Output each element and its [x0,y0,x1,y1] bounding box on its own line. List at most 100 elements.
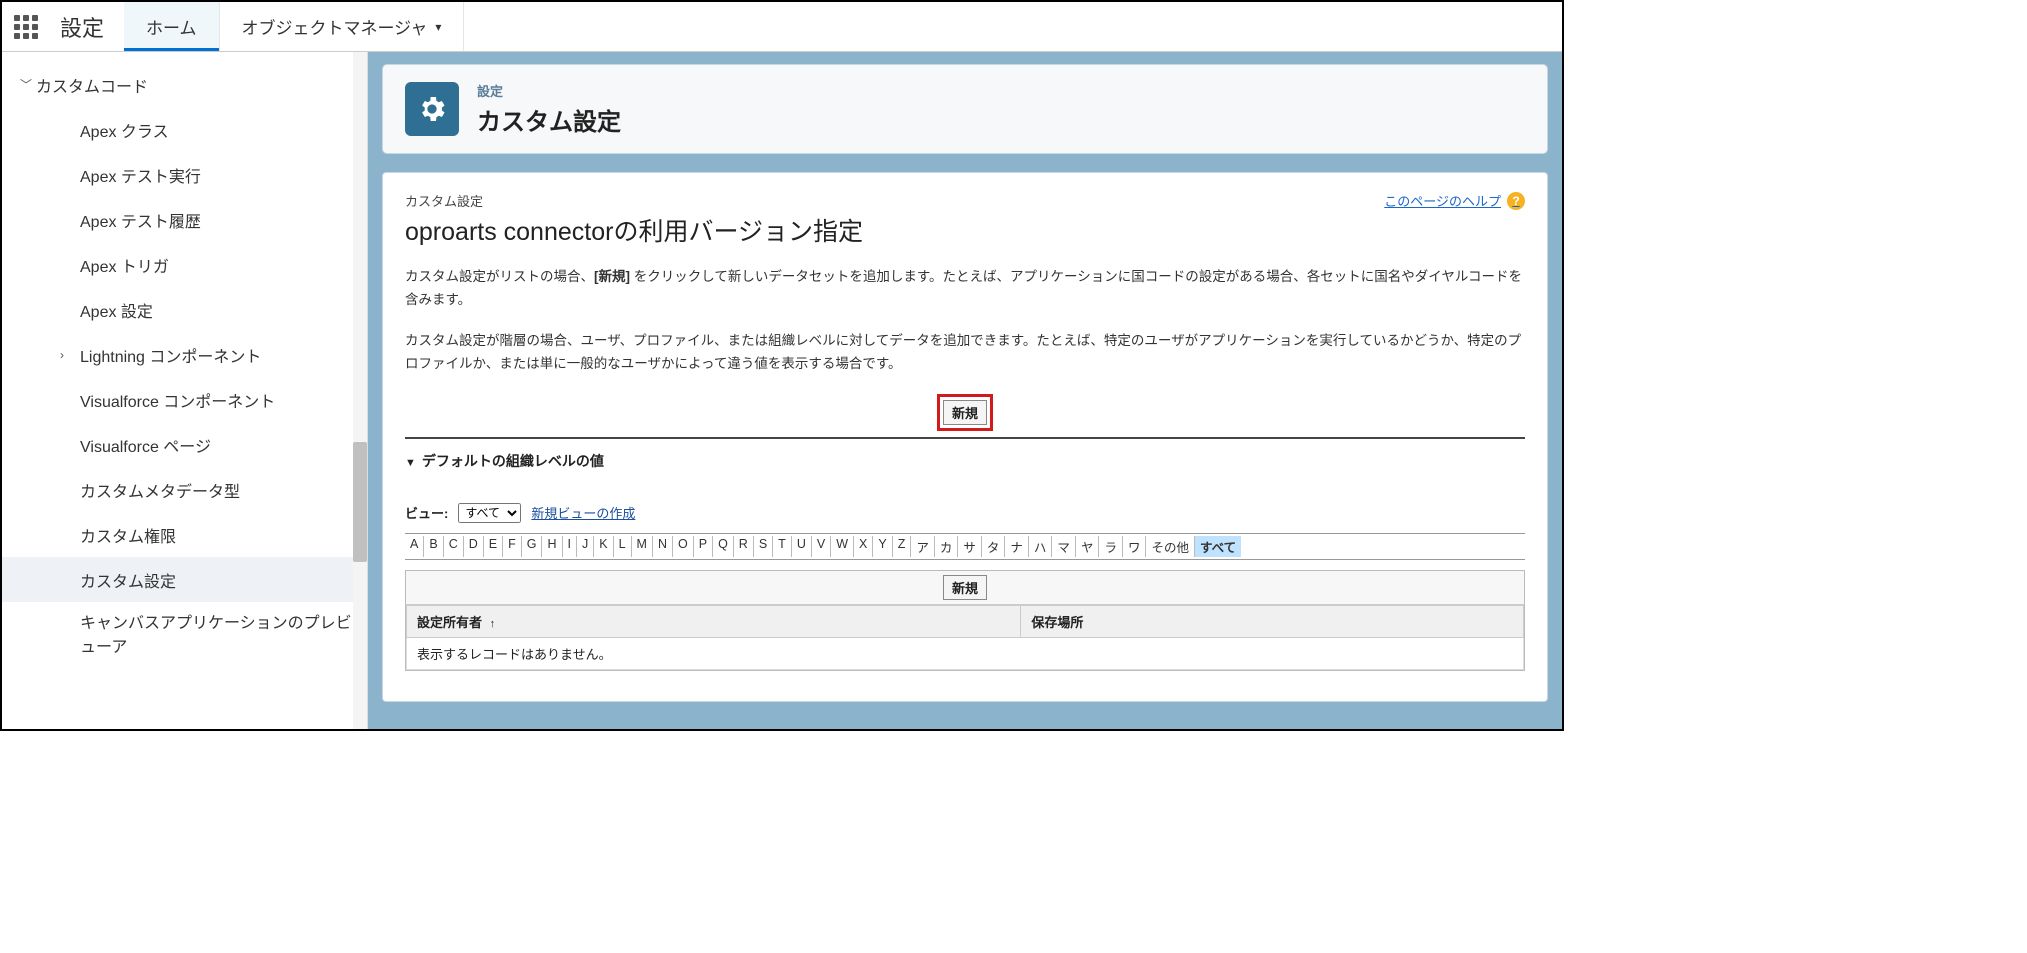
app-launcher-button[interactable] [2,2,50,51]
alpha-V[interactable]: V [812,536,831,557]
col-owner[interactable]: 設定所有者 ↑ [407,605,1021,637]
sidebar-item-4[interactable]: Apex 設定 [2,287,367,332]
alpha-Q[interactable]: Q [713,536,734,557]
alpha-サ[interactable]: サ [958,536,982,557]
alpha-W[interactable]: W [831,536,854,557]
help-icon: ? [1507,192,1525,210]
page-hero: 設定 カスタム設定 [382,64,1548,154]
sidebar-item-1[interactable]: Apex テスト実行 [2,152,367,197]
sidebar-item-6[interactable]: Visualforce コンポーネント [2,377,367,422]
alpha-タ[interactable]: タ [982,536,1006,557]
alpha-I[interactable]: I [563,536,577,557]
alpha-R[interactable]: R [734,536,754,557]
alpha-M[interactable]: M [632,536,653,557]
alpha-A[interactable]: A [405,536,424,557]
col-location[interactable]: 保存場所 [1021,605,1524,637]
sidebar-item-label: Apex トリガ [80,253,169,277]
description-2: カスタム設定が階層の場合、ユーザ、プロファイル、または組織レベルに対してデータを… [405,330,1525,376]
sidebar-parent-label: カスタムコード [36,73,148,97]
alpha-Y[interactable]: Y [873,536,892,557]
alpha-T[interactable]: T [773,536,792,557]
sidebar-item-11[interactable]: キャンバスアプリケーションのプレビューア [2,602,367,670]
sidebar-parent-custom-code[interactable]: ﹀ カスタムコード [2,62,367,107]
new-button-row: 新規 [405,394,1525,431]
tab-object-manager[interactable]: オブジェクトマネージャ ▾ [220,2,465,51]
alpha-Z[interactable]: Z [893,536,912,557]
sidebar-item-label: Visualforce ページ [80,433,211,457]
sidebar-item-2[interactable]: Apex テスト履歴 [2,197,367,242]
sidebar-item-label: Lightning コンポーネント [80,343,261,367]
alpha-ハ[interactable]: ハ [1029,536,1053,557]
sidebar-item-7[interactable]: Visualforce ページ [2,422,367,467]
alpha-G[interactable]: G [522,536,543,557]
sidebar-item-label: カスタム設定 [80,568,176,592]
sort-asc-icon: ↑ [490,618,496,630]
alpha-すべて[interactable]: すべて [1195,536,1241,557]
tab-object-manager-label: オブジェクトマネージャ [242,14,428,39]
section-label: デフォルトの組織レベルの値 [422,453,604,469]
alpha-C[interactable]: C [444,536,464,557]
hero-title: カスタム設定 [477,102,621,137]
help-link-label: このページのヘルプ [1384,191,1501,210]
alpha-マ[interactable]: マ [1052,536,1076,557]
sidebar-scrollbar-thumb[interactable] [353,442,367,562]
alpha-P[interactable]: P [694,536,713,557]
alpha-B[interactable]: B [424,536,443,557]
sidebar-item-8[interactable]: カスタムメタデータ型 [2,467,367,512]
alpha-ワ[interactable]: ワ [1123,536,1147,557]
alpha-その他[interactable]: その他 [1146,536,1195,557]
sidebar-item-0[interactable]: Apex クラス [2,107,367,152]
sidebar-item-label: Apex テスト履歴 [80,208,201,232]
sidebar-item-10[interactable]: カスタム設定 [2,557,367,602]
alpha-D[interactable]: D [464,536,484,557]
sidebar-item-label: Apex テスト実行 [80,163,201,187]
alpha-ラ[interactable]: ラ [1099,536,1123,557]
sidebar-item-label: Apex 設定 [80,298,153,322]
desc1a: カスタム設定がリストの場合、 [405,269,594,284]
hero-sub: 設定 [477,81,621,100]
panel-title: oproarts connectorの利用バージョン指定 [405,212,863,248]
new-button-highlight: 新規 [937,394,993,431]
new-view-link[interactable]: 新規ビューの作成 [531,503,635,522]
alpha-ナ[interactable]: ナ [1005,536,1029,557]
empty-message: 表示するレコードはありません。 [407,637,1524,669]
triangle-down-icon: ▼ [405,457,416,469]
tab-home-label: ホーム [146,14,197,39]
alpha-ヤ[interactable]: ヤ [1076,536,1100,557]
alpha-L[interactable]: L [614,536,632,557]
alpha-S[interactable]: S [754,536,773,557]
sidebar-item-9[interactable]: カスタム権限 [2,512,367,557]
alpha-N[interactable]: N [653,536,673,557]
alpha-O[interactable]: O [673,536,694,557]
topbar: 設定 ホーム オブジェクトマネージャ ▾ [2,2,1562,52]
sidebar-item-label: Apex クラス [80,118,169,142]
alpha-J[interactable]: J [577,536,594,557]
body-split: ﹀ カスタムコード Apex クラス Apex テスト実行 Apex テスト履歴 Ap… [2,52,1562,729]
view-label: ビュー: [405,503,448,522]
sidebar-item-label: カスタムメタデータ型 [80,478,240,502]
sidebar-item-3[interactable]: Apex トリガ [2,242,367,287]
main-area: 設定 カスタム設定 カスタム設定 oproarts connectorの利用バー… [368,52,1562,729]
new-button[interactable]: 新規 [943,400,987,425]
tab-home[interactable]: ホーム [124,2,220,51]
alpha-X[interactable]: X [854,536,873,557]
alpha-K[interactable]: K [594,536,613,557]
desc1b: [新規] [594,269,630,284]
section-default-org[interactable]: ▼ デフォルトの組織レベルの値 [405,447,1525,475]
chevron-down-icon: ﹀ [20,76,36,93]
waffle-icon [14,15,38,39]
alpha-ア[interactable]: ア [911,536,935,557]
app-root: 設定 ホーム オブジェクトマネージャ ▾ ﹀ カスタムコード Apex クラス A… [0,0,1564,731]
help-link[interactable]: このページのヘルプ ? [1384,191,1525,210]
content-panel: カスタム設定 oproarts connectorの利用バージョン指定 このペー… [382,172,1548,702]
view-select[interactable]: すべて [458,503,521,523]
alpha-U[interactable]: U [792,536,812,557]
alpha-H[interactable]: H [542,536,562,557]
alpha-カ[interactable]: カ [935,536,959,557]
sidebar-scrollbar-track[interactable] [353,52,367,729]
alpha-F[interactable]: F [503,536,522,557]
alpha-E[interactable]: E [484,536,503,557]
table-new-button[interactable]: 新規 [943,575,987,600]
records-table-wrap: 新規 設定所有者 ↑ 保存場所 [405,570,1525,671]
sidebar-item-5[interactable]: ›Lightning コンポーネント [2,332,367,377]
